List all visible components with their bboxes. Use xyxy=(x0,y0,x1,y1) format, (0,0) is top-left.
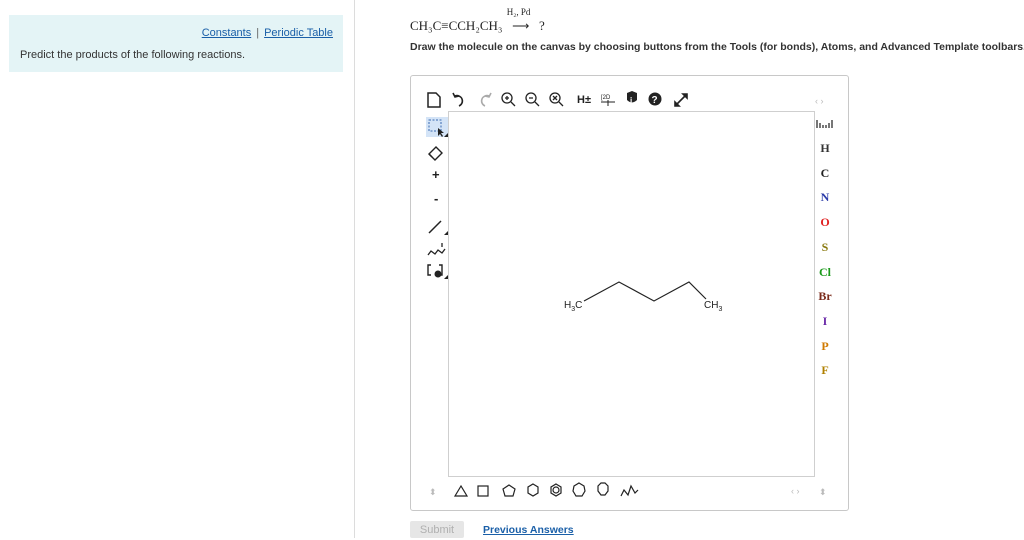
single-bond-icon[interactable] xyxy=(428,220,448,235)
constants-link[interactable]: Constants xyxy=(202,27,252,39)
hydrogens-button[interactable]: H± xyxy=(577,94,591,106)
hexagon-template-icon[interactable] xyxy=(527,483,539,497)
bottom-scroll-arrows[interactable]: ‹ › xyxy=(791,486,800,496)
atom-button-p[interactable]: P xyxy=(813,339,837,354)
molecule-drawing xyxy=(583,281,707,302)
atom-button-h[interactable]: H xyxy=(813,141,837,156)
svg-text:i: i xyxy=(630,96,632,105)
clean-2d-label: [2D xyxy=(601,95,611,101)
atom-button-n[interactable]: N xyxy=(813,190,837,205)
reaction-equation: CH₃C≡CCH₂CH₃ H₂, Pd ⟶ ? xyxy=(410,7,545,34)
reference-links: Constants | Periodic Table xyxy=(202,27,333,39)
info-icon[interactable]: i xyxy=(627,91,637,105)
atom-button-i[interactable]: I xyxy=(813,314,837,329)
info-box: Constants | Periodic Table Predict the pro… xyxy=(9,15,343,72)
clean-2d-icon[interactable]: [2D xyxy=(601,95,615,106)
svg-text:?: ? xyxy=(652,95,658,106)
question-prompt: Predict the products of the following re… xyxy=(20,49,246,61)
pentagon-template-icon[interactable] xyxy=(502,484,516,497)
triangle-template-icon[interactable] xyxy=(453,484,469,497)
undo-icon[interactable] xyxy=(452,92,464,107)
submit-button[interactable]: Submit xyxy=(410,521,464,538)
reactant-formula: CH₃C≡CCH₂CH₃ xyxy=(410,18,503,33)
square-template-icon[interactable] xyxy=(477,485,489,497)
charge-plus-button[interactable]: + xyxy=(432,167,440,182)
atom-button-o[interactable]: O xyxy=(813,215,837,230)
methyl-left-label[interactable]: H3C xyxy=(564,300,582,313)
eraser-icon[interactable] xyxy=(428,146,443,161)
product-placeholder: ? xyxy=(538,18,545,33)
redo-icon[interactable] xyxy=(480,92,492,107)
previous-answers-link[interactable]: Previous Answers xyxy=(483,524,574,536)
octagon-template-icon[interactable] xyxy=(597,482,609,496)
help-icon[interactable]: ? xyxy=(648,92,662,107)
link-separator: | xyxy=(256,27,260,39)
select-tool-icon[interactable] xyxy=(426,117,448,137)
chair-template-icon[interactable] xyxy=(620,484,639,497)
toolbar-scroll-arrows[interactable]: ‹ › xyxy=(815,96,824,106)
zoom-out-icon[interactable] xyxy=(525,92,540,107)
atom-button-br[interactable]: Br xyxy=(813,289,837,304)
periodic-table-icon[interactable] xyxy=(816,120,833,128)
template-tool-icon[interactable] xyxy=(427,264,448,279)
new-document-icon[interactable] xyxy=(427,92,441,108)
question-panel: Constants | Periodic Table Predict the pro… xyxy=(0,0,355,538)
fullscreen-icon[interactable] xyxy=(674,93,688,107)
heptagon-template-icon[interactable] xyxy=(572,482,586,497)
reaction-arrow: H₂, Pd ⟶ xyxy=(506,7,531,33)
bottom-scroll-left-icon[interactable]: ⬍ xyxy=(429,487,437,497)
methyl-right-label[interactable]: CH3 xyxy=(704,300,722,313)
drawing-canvas[interactable]: H3C CH3 xyxy=(448,111,815,477)
periodic-table-link[interactable]: Periodic Table xyxy=(264,27,333,39)
molecule-editor: H± [2D i ? ‹ › + - ⬍ ‹ › ⬍ H3C CH3 H C N… xyxy=(410,75,849,511)
atom-button-s[interactable]: S xyxy=(813,240,837,255)
charge-minus-button[interactable]: - xyxy=(434,191,438,206)
instructions-text: Draw the molecule on the canvas by choos… xyxy=(410,41,1024,53)
bottom-scroll-right-icon[interactable]: ⬍ xyxy=(819,487,827,497)
atom-button-c[interactable]: C xyxy=(813,166,837,181)
chain-tool-icon[interactable] xyxy=(427,243,446,256)
atom-button-cl[interactable]: Cl xyxy=(813,265,837,280)
aromatic-hexagon-template-icon[interactable] xyxy=(550,483,562,497)
zoom-reset-icon[interactable] xyxy=(549,92,564,107)
carbon-chain-bonds xyxy=(583,281,707,302)
atom-button-f[interactable]: F xyxy=(813,363,837,378)
reagent-label: H₂, Pd xyxy=(506,7,531,17)
zoom-in-icon[interactable] xyxy=(501,92,516,107)
